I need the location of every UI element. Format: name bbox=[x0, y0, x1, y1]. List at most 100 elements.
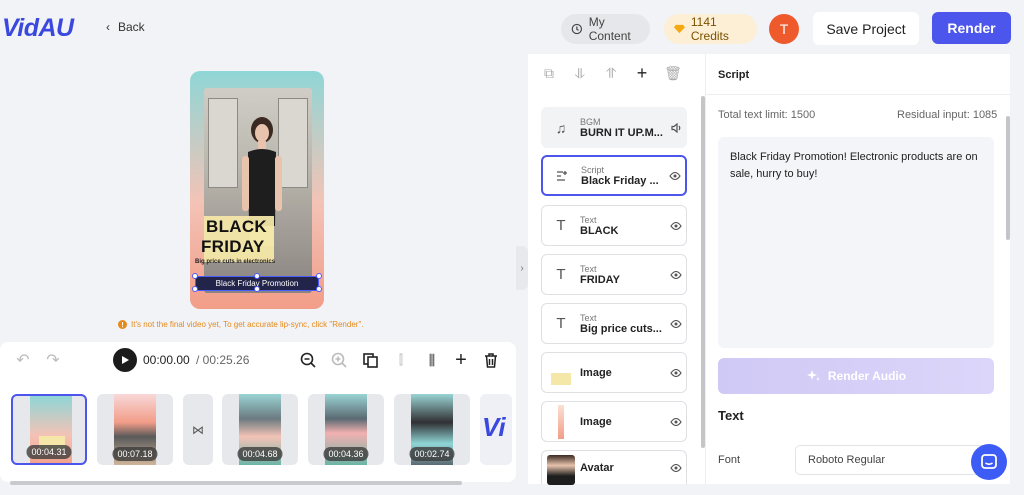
add-layer-icon[interactable]: + bbox=[633, 63, 651, 83]
text-icon: T bbox=[556, 217, 566, 234]
current-time: 00:00.00 bbox=[143, 353, 190, 367]
image-thumbnail bbox=[542, 404, 580, 439]
timeline-clip[interactable]: 00:02.74 bbox=[394, 394, 470, 465]
add-icon[interactable]: + bbox=[451, 349, 471, 371]
total-time: / 00:25.26 bbox=[196, 353, 250, 367]
font-label: Font bbox=[718, 454, 741, 466]
align-bottom-icon[interactable]: ⥥ bbox=[571, 64, 589, 82]
clip-duration: 00:04.36 bbox=[323, 447, 369, 461]
timeline-clip[interactable]: 00:07.18 bbox=[97, 394, 173, 465]
timeline-clip[interactable]: Vi bbox=[480, 394, 512, 465]
layer-name: Avatar bbox=[580, 461, 614, 474]
eye-icon[interactable] bbox=[665, 171, 685, 180]
layer-image[interactable]: Image bbox=[541, 401, 687, 442]
copy-icon[interactable] bbox=[360, 350, 380, 370]
resize-handle[interactable] bbox=[254, 286, 260, 292]
gem-icon bbox=[674, 24, 685, 34]
overlay-text-black[interactable]: BLACK bbox=[206, 217, 267, 237]
timeline-clip[interactable]: 00:04.68 bbox=[222, 394, 298, 465]
zoom-in-icon[interactable] bbox=[329, 350, 349, 370]
resize-handle[interactable] bbox=[316, 286, 322, 292]
eye-icon[interactable] bbox=[666, 417, 686, 426]
render-audio-button[interactable]: Render Audio bbox=[718, 358, 994, 394]
clip-duration: 00:07.18 bbox=[112, 447, 158, 461]
trash-icon[interactable] bbox=[481, 350, 501, 370]
divider bbox=[705, 94, 1010, 95]
credits-button[interactable]: 1141 Credits bbox=[664, 14, 757, 44]
info-icon bbox=[118, 320, 127, 329]
layer-text[interactable]: T Text BLACK bbox=[541, 205, 687, 246]
font-select[interactable]: Roboto Regular bbox=[795, 445, 994, 475]
eye-icon[interactable] bbox=[666, 221, 686, 230]
eye-icon[interactable] bbox=[666, 319, 686, 328]
text-section-title: Text bbox=[718, 408, 744, 423]
resize-handle[interactable] bbox=[254, 273, 260, 279]
clip-duration: 00:04.68 bbox=[237, 447, 283, 461]
chevron-left-icon: ‹ bbox=[106, 20, 110, 34]
resize-handle[interactable] bbox=[192, 273, 198, 279]
align-icon[interactable]: ⫼ bbox=[422, 350, 442, 370]
image-thumbnail bbox=[542, 361, 580, 385]
timeline-scrollbar[interactable] bbox=[10, 481, 462, 485]
overlay-text-friday[interactable]: FRIDAY bbox=[201, 237, 265, 257]
redo-icon[interactable]: ↷ bbox=[43, 350, 63, 370]
credits-label: 1141 Credits bbox=[690, 15, 729, 43]
layer-text[interactable]: T Text Big price cuts... bbox=[541, 303, 687, 344]
eye-icon[interactable] bbox=[666, 463, 686, 472]
timeline-clip[interactable]: 00:04.31 bbox=[11, 394, 87, 465]
clip-logo: Vi bbox=[482, 412, 506, 442]
user-avatar[interactable]: T bbox=[769, 14, 799, 44]
vidau-logo[interactable]: VidAU bbox=[2, 14, 74, 43]
play-button[interactable] bbox=[113, 348, 137, 372]
timeline-clip[interactable]: 00:04.36 bbox=[308, 394, 384, 465]
layer-type: Text bbox=[580, 214, 597, 225]
residual-input: Residual input: 1085 bbox=[897, 109, 998, 121]
music-icon: ♫ bbox=[555, 119, 567, 136]
save-project-button[interactable]: Save Project bbox=[813, 12, 919, 45]
resize-handle[interactable] bbox=[316, 273, 322, 279]
my-content-button[interactable]: My Content bbox=[561, 14, 650, 44]
sparkle-icon bbox=[806, 370, 820, 381]
layer-type: Text bbox=[580, 263, 597, 274]
undo-icon[interactable]: ↶ bbox=[13, 350, 33, 370]
duplicate-icon[interactable]: ⧉ bbox=[540, 64, 558, 82]
font-value: Roboto Regular bbox=[808, 454, 886, 466]
text-icon: T bbox=[556, 315, 566, 332]
chat-support-button[interactable] bbox=[971, 444, 1007, 480]
video-preview[interactable]: BLACK FRIDAY Big price cuts in electroni… bbox=[190, 71, 324, 309]
clip-duration: 00:04.31 bbox=[26, 445, 72, 459]
chat-icon bbox=[981, 454, 997, 469]
panel-title: Script bbox=[718, 69, 750, 81]
layer-name: Big price cuts... bbox=[580, 322, 662, 335]
resize-handle[interactable] bbox=[192, 286, 198, 292]
back-button[interactable]: ‹ Back bbox=[106, 20, 145, 34]
layer-text[interactable]: T Text FRIDAY bbox=[541, 254, 687, 295]
layer-type: BGM bbox=[580, 116, 601, 127]
align-top-icon[interactable]: ⥣ bbox=[602, 64, 620, 82]
transition-button[interactable]: ⋈ bbox=[183, 394, 213, 465]
layer-avatar[interactable]: Avatar bbox=[541, 450, 687, 485]
eye-icon[interactable] bbox=[666, 368, 686, 377]
collapse-toggle[interactable]: › bbox=[516, 246, 528, 290]
layer-bgm[interactable]: ♫ BGM BURN IT UP.M... bbox=[541, 107, 687, 148]
script-textarea[interactable]: Black Friday Promotion! Electronic produ… bbox=[718, 137, 994, 348]
zoom-out-icon[interactable] bbox=[298, 350, 318, 370]
render-button[interactable]: Render bbox=[932, 12, 1011, 44]
eye-icon[interactable] bbox=[666, 270, 686, 279]
layer-name: BLACK bbox=[580, 224, 619, 237]
split-icon[interactable]: ⫿ bbox=[391, 350, 411, 370]
avatar-thumbnail bbox=[542, 451, 580, 485]
layers-toolbar: ⧉ ⥥ ⥣ + 🗑 bbox=[540, 63, 682, 83]
delete-layer-icon[interactable]: 🗑 bbox=[664, 64, 682, 82]
notice-text: It's not the final video yet, To get acc… bbox=[131, 320, 364, 329]
lip-sync-notice: It's not the final video yet, To get acc… bbox=[118, 320, 364, 329]
layer-name: Image bbox=[580, 415, 612, 428]
layer-image[interactable]: Image bbox=[541, 352, 687, 393]
overlay-text-subtitle[interactable]: Big price cuts in electronics bbox=[195, 259, 275, 265]
panel-scrollbar[interactable] bbox=[1006, 116, 1010, 240]
play-icon bbox=[122, 356, 129, 364]
layer-name: Black Friday ... bbox=[581, 174, 659, 187]
my-content-label: My Content bbox=[588, 15, 631, 43]
volume-icon[interactable] bbox=[666, 122, 686, 133]
layer-script[interactable]: Script Black Friday ... bbox=[541, 155, 687, 196]
